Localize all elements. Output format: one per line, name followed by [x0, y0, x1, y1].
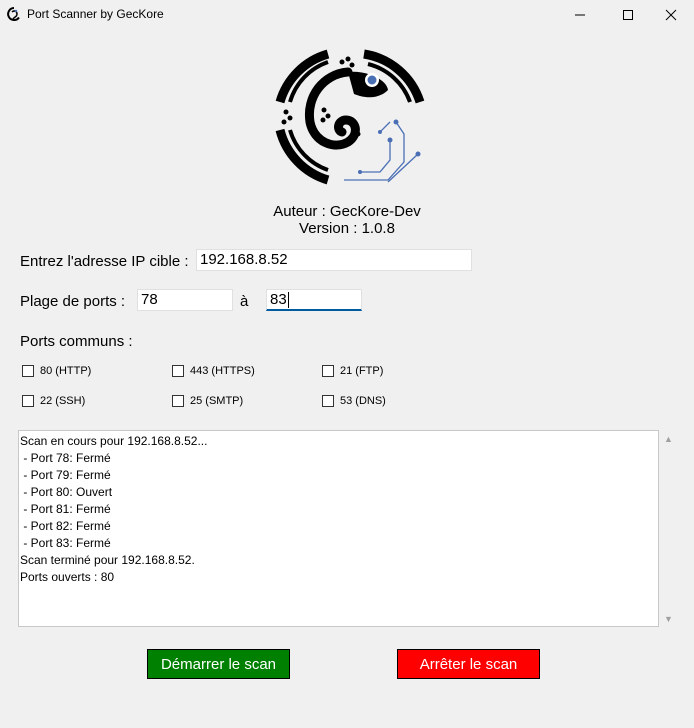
author-label: Auteur : GecKore-Dev — [273, 203, 421, 220]
ip-label: Entrez l'adresse IP cible : — [20, 253, 189, 270]
port-end-input[interactable]: 83 — [266, 289, 362, 311]
checkbox-dns[interactable]: 53 (DNS) — [322, 395, 386, 407]
maximize-button[interactable] — [605, 0, 651, 29]
checkbox-label: 80 (HTTP) — [40, 365, 92, 377]
checkbox-box[interactable] — [22, 395, 34, 407]
checkbox-box[interactable] — [172, 365, 184, 377]
stop-scan-button[interactable]: Arrêter le scan — [397, 649, 540, 679]
output-line: - Port 83: Fermé — [20, 536, 111, 550]
scroll-up-icon[interactable]: ▲ — [660, 430, 677, 447]
checkbox-box[interactable] — [22, 365, 34, 377]
common-ports-label: Ports communs : — [20, 333, 133, 350]
checkbox-box[interactable] — [172, 395, 184, 407]
start-scan-button[interactable]: Démarrer le scan — [147, 649, 290, 679]
checkbox-label: 53 (DNS) — [340, 395, 386, 407]
ip-input-value: 192.168.8.52 — [200, 251, 288, 268]
minimize-button[interactable] — [557, 0, 603, 29]
output-line: Ports ouverts : 80 — [20, 570, 115, 584]
window-title: Port Scanner by GecKore — [27, 7, 164, 21]
close-icon — [665, 9, 677, 20]
scroll-down-icon[interactable]: ▼ — [660, 610, 677, 627]
output-scrollbar[interactable]: ▲ ▼ — [660, 430, 677, 627]
checkbox-ssh[interactable]: 22 (SSH) — [22, 395, 85, 407]
output-line: - Port 79: Fermé — [20, 468, 111, 482]
maximize-icon — [623, 9, 633, 20]
output-line: - Port 78: Fermé — [20, 451, 111, 465]
output-line: - Port 81: Fermé — [20, 502, 111, 516]
output-line: Scan en cours pour 192.168.8.52... — [20, 434, 208, 448]
text-caret — [287, 292, 289, 309]
scan-output[interactable]: Scan en cours pour 192.168.8.52... - Por… — [18, 430, 659, 627]
checkbox-http[interactable]: 80 (HTTP) — [22, 365, 91, 377]
port-start-input[interactable]: 78 — [137, 289, 233, 311]
gecko-icon — [7, 7, 20, 21]
close-button[interactable] — [648, 0, 694, 29]
checkbox-https[interactable]: 443 (HTTPS) — [172, 365, 255, 377]
output-line: - Port 80: Ouvert — [20, 485, 113, 499]
checkbox-box[interactable] — [322, 365, 334, 377]
checkbox-smtp[interactable]: 25 (SMTP) — [172, 395, 243, 407]
port-range-label: Plage de ports : — [20, 293, 126, 310]
checkbox-box[interactable] — [322, 395, 334, 407]
port-end-value: 83 — [270, 291, 287, 308]
port-start-value: 78 — [141, 291, 158, 308]
checkbox-label: 443 (HTTPS) — [190, 365, 255, 377]
output-lines: Scan en cours pour 192.168.8.52... - Por… — [20, 433, 207, 586]
output-line: - Port 82: Fermé — [20, 519, 111, 533]
checkbox-label: 21 (FTP) — [340, 365, 384, 377]
title-bar: Port Scanner by GecKore — [0, 0, 694, 29]
port-separator-label: à — [240, 293, 249, 310]
checkbox-label: 25 (SMTP) — [190, 395, 244, 407]
checkbox-label: 22 (SSH) — [40, 395, 86, 407]
geckore-logo — [275, 49, 425, 185]
checkbox-ftp[interactable]: 21 (FTP) — [322, 365, 383, 377]
minimize-icon — [575, 14, 585, 15]
version-label: Version : 1.0.8 — [299, 220, 395, 237]
output-line: Scan terminé pour 192.168.8.52. — [20, 553, 195, 567]
ip-input[interactable]: 192.168.8.52 — [196, 249, 472, 271]
